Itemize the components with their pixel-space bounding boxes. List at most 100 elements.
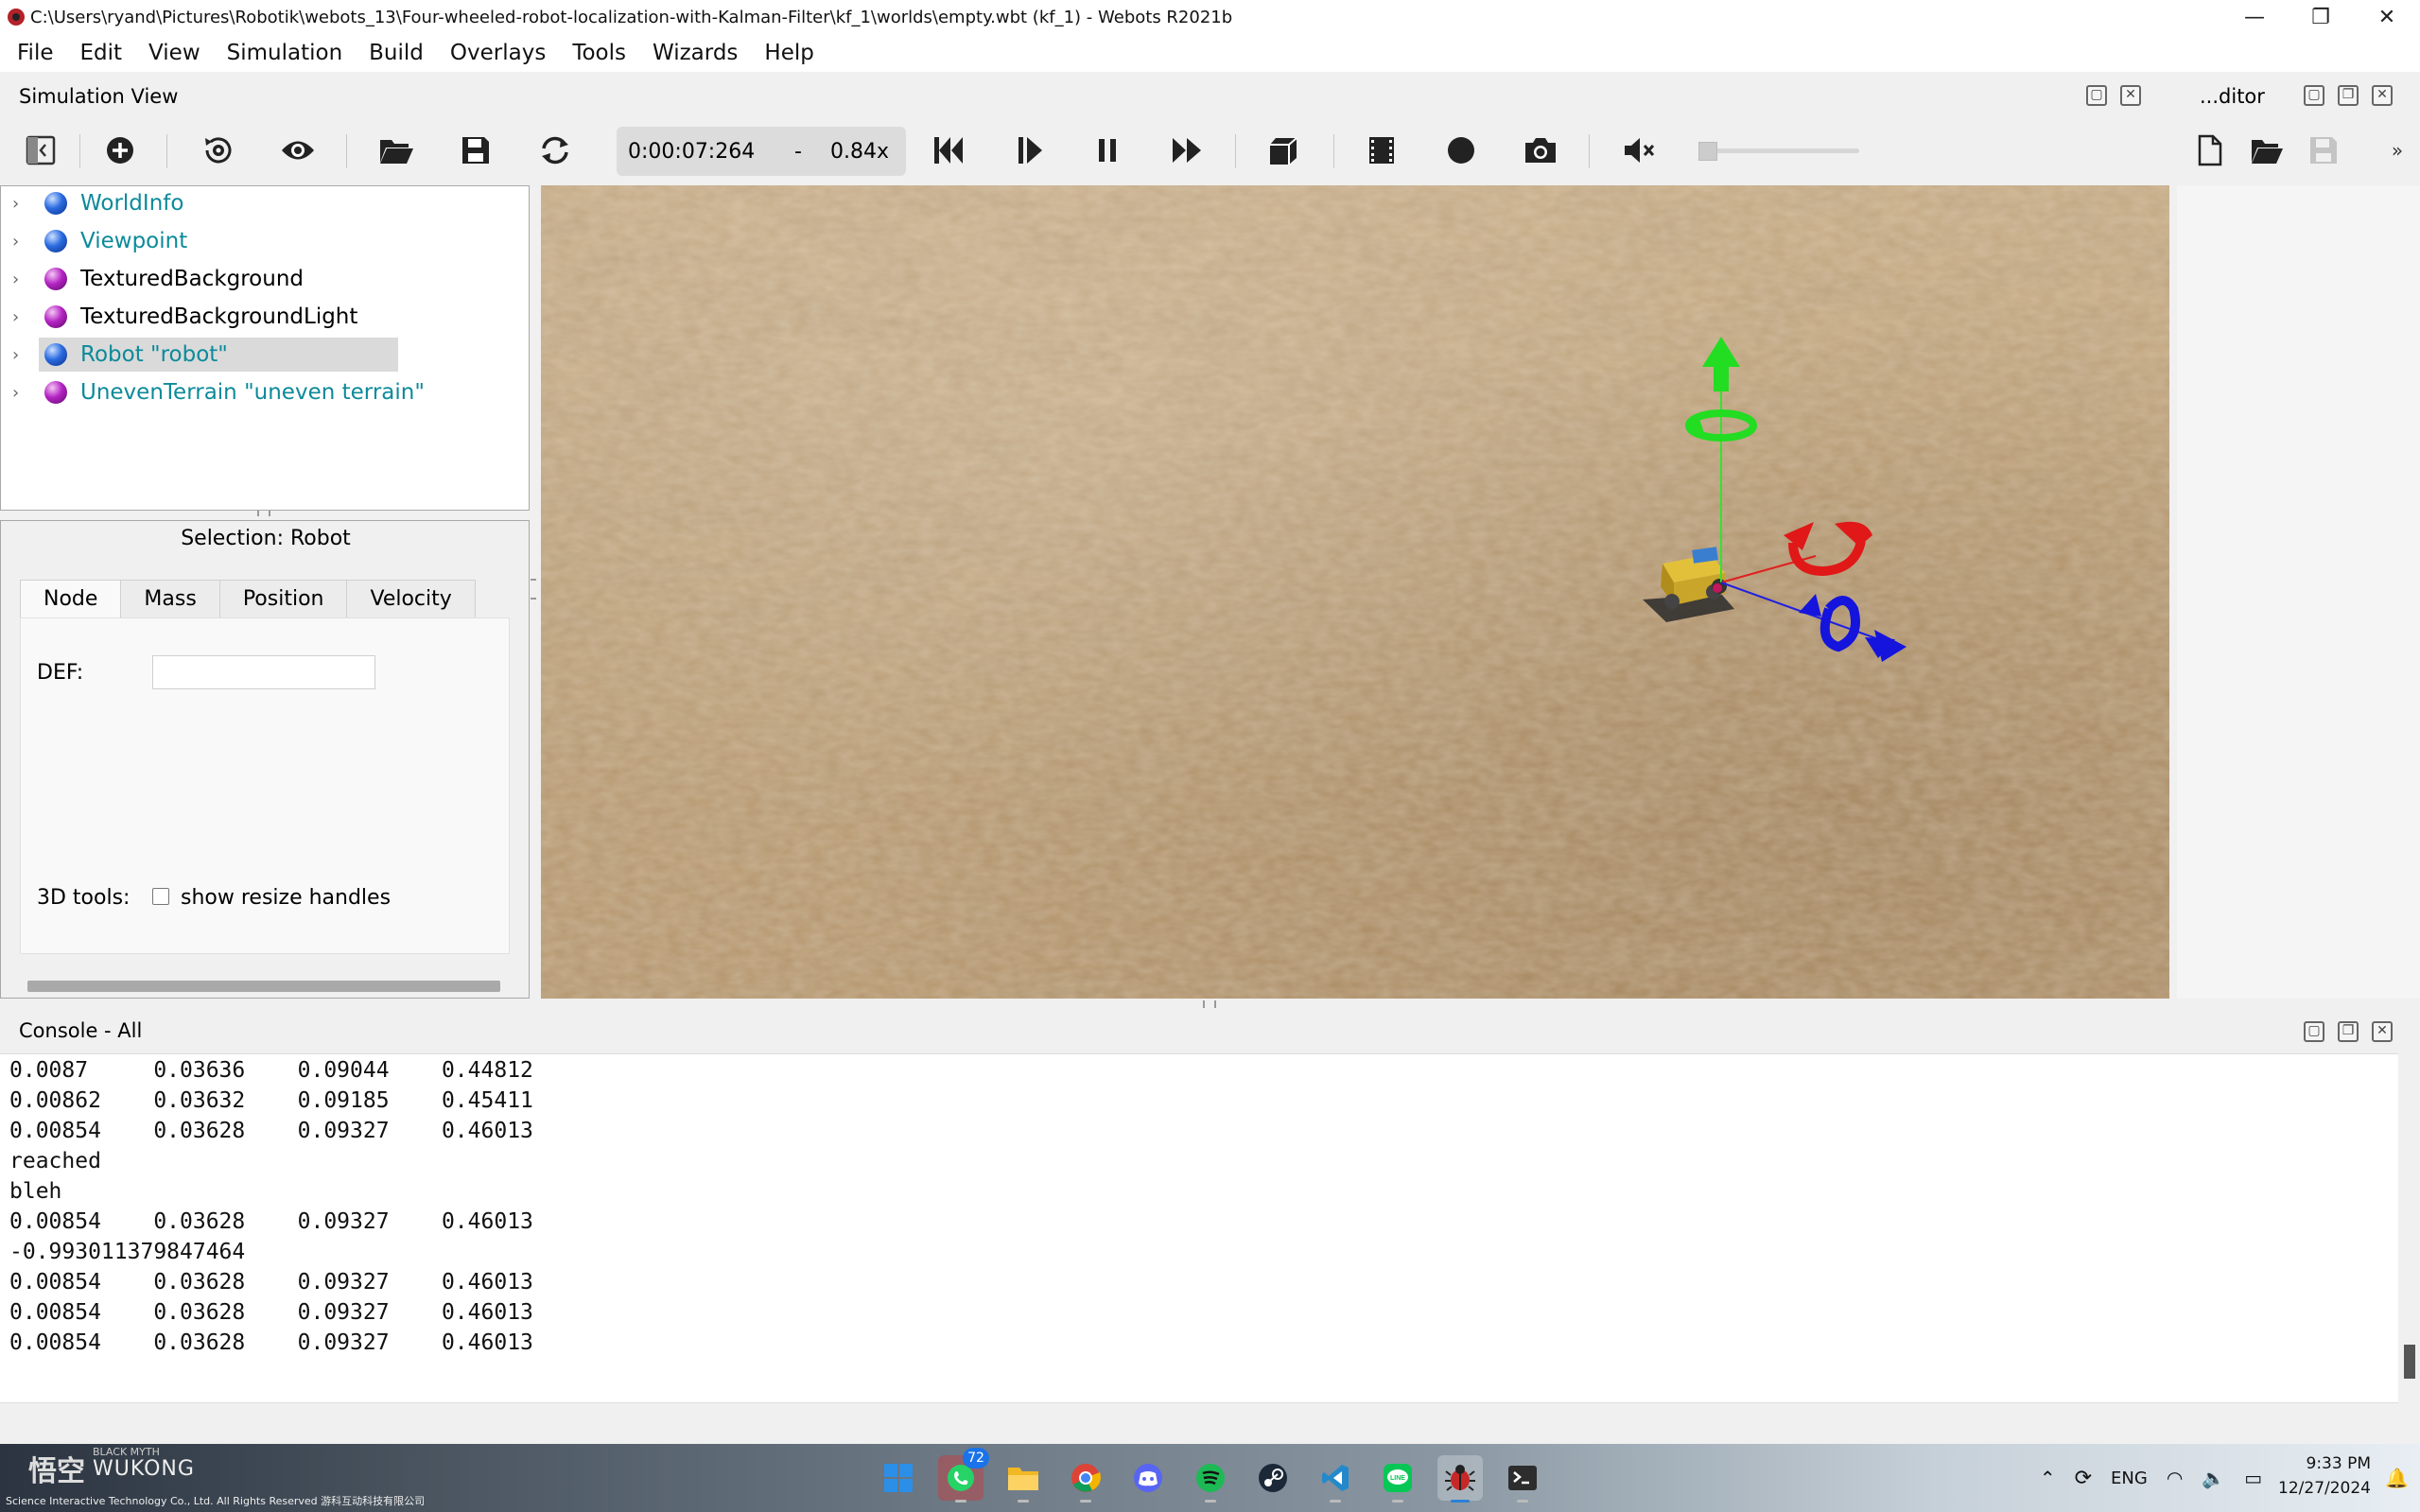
simulation-time-display: 0:00:07:264 - 0.84x bbox=[617, 127, 906, 176]
console-label: Console - All bbox=[19, 1019, 143, 1042]
tab-position[interactable]: Position bbox=[218, 580, 348, 617]
save-world-icon[interactable] bbox=[454, 129, 497, 172]
text-editor-panel[interactable] bbox=[2177, 185, 2420, 999]
reset-viewpoint-icon[interactable] bbox=[197, 129, 240, 172]
battery-icon[interactable]: ▭ bbox=[2244, 1467, 2262, 1489]
new-file-icon[interactable] bbox=[2188, 129, 2232, 172]
editor-maximize-icon[interactable]: ❐ bbox=[2338, 85, 2359, 106]
editor-float-icon[interactable]: ▢ bbox=[2304, 85, 2324, 106]
tab-node[interactable]: Node bbox=[20, 580, 122, 617]
language-indicator[interactable]: ENG bbox=[2111, 1469, 2148, 1488]
console-scrollbar-thumb[interactable] bbox=[2404, 1345, 2415, 1379]
horizontal-scrollbar[interactable] bbox=[27, 981, 500, 992]
sync-icon[interactable]: ⟳ bbox=[2075, 1467, 2092, 1490]
taskbar-file-explorer[interactable] bbox=[1001, 1455, 1046, 1503]
console-splitter-handle[interactable] bbox=[1203, 1000, 1216, 1008]
mute-sound-icon[interactable] bbox=[1617, 129, 1661, 172]
expand-chevron-icon[interactable]: › bbox=[12, 232, 31, 252]
eye-icon[interactable] bbox=[276, 129, 320, 172]
show-resize-handles-checkbox[interactable] bbox=[152, 888, 169, 905]
tree-item-label: UnevenTerrain "uneven terrain" bbox=[80, 380, 425, 405]
3d-simulation-view[interactable] bbox=[541, 185, 2169, 999]
expand-chevron-icon[interactable]: › bbox=[12, 345, 31, 365]
menu-tools[interactable]: Tools bbox=[561, 41, 637, 65]
expand-chevron-icon[interactable]: › bbox=[12, 383, 31, 403]
whatsapp-badge: 72 bbox=[963, 1448, 989, 1469]
pause-simulation-icon[interactable] bbox=[1086, 129, 1129, 172]
start-button[interactable] bbox=[876, 1455, 921, 1501]
expand-chevron-icon[interactable]: › bbox=[12, 307, 31, 327]
menu-help[interactable]: Help bbox=[753, 41, 825, 65]
console-scrollbar[interactable] bbox=[2398, 1053, 2420, 1403]
toggle-scene-tree-icon[interactable] bbox=[19, 129, 62, 172]
tree-item-robot[interactable]: › Robot "robot" bbox=[1, 338, 493, 372]
field-editor: Selection: Robot Node Mass Position Velo… bbox=[0, 520, 530, 999]
menu-edit[interactable]: Edit bbox=[69, 41, 134, 65]
toolbar: 0:00:07:264 - 0.84x » bbox=[0, 121, 2420, 180]
volume-icon[interactable]: 🔈 bbox=[2202, 1467, 2225, 1489]
splitter-handle[interactable] bbox=[257, 511, 270, 516]
taskbar-discord[interactable] bbox=[1125, 1455, 1171, 1501]
window-title: C:\Users\ryand\Pictures\Robotik\webots_1… bbox=[30, 7, 1233, 27]
tab-mass[interactable]: Mass bbox=[120, 580, 220, 617]
maximize-button[interactable]: ❐ bbox=[2288, 0, 2354, 34]
taskbar-spotify[interactable] bbox=[1188, 1455, 1233, 1503]
add-node-icon[interactable] bbox=[98, 129, 142, 172]
system-clock[interactable]: 9:33 PM 12/27/2024 bbox=[2278, 1451, 2371, 1501]
menu-view[interactable]: View bbox=[137, 41, 212, 65]
node-ball-icon bbox=[44, 230, 67, 252]
menu-wizards[interactable]: Wizards bbox=[641, 41, 749, 65]
node-ball-icon bbox=[44, 192, 67, 215]
volume-slider-knob[interactable] bbox=[1698, 142, 1717, 161]
menu-overlays[interactable]: Overlays bbox=[439, 41, 557, 65]
minimize-button[interactable]: — bbox=[2221, 0, 2288, 34]
open-file-icon[interactable] bbox=[2245, 129, 2289, 172]
vertical-splitter-handle[interactable] bbox=[531, 579, 536, 600]
show-hidden-icons-chevron-icon[interactable]: ⌃ bbox=[2040, 1467, 2056, 1489]
notification-bell-icon[interactable]: 🔔 bbox=[2385, 1467, 2409, 1489]
cube-view-icon[interactable] bbox=[1262, 129, 1305, 172]
tree-item-texturedbackgroundlight[interactable]: › TexturedBackgroundLight bbox=[1, 300, 493, 334]
step-simulation-icon[interactable] bbox=[1008, 129, 1052, 172]
record-animation-icon[interactable] bbox=[1439, 129, 1483, 172]
taskbar-steam[interactable] bbox=[1250, 1455, 1296, 1501]
record-movie-icon[interactable] bbox=[1360, 129, 1403, 172]
taskbar-vscode[interactable] bbox=[1313, 1455, 1358, 1503]
reload-world-icon[interactable] bbox=[533, 129, 577, 172]
console-close-icon[interactable]: ✕ bbox=[2372, 1021, 2393, 1042]
expand-chevron-icon[interactable]: › bbox=[12, 269, 31, 289]
console-maximize-icon[interactable]: ❐ bbox=[2338, 1021, 2359, 1042]
node-ball-icon bbox=[44, 343, 67, 366]
tree-item-worldinfo[interactable]: › WorldInfo bbox=[1, 186, 493, 220]
close-panel-icon[interactable]: ✕ bbox=[2120, 85, 2141, 106]
def-input[interactable] bbox=[152, 655, 375, 689]
console-output[interactable]: 0.0087 0.03636 0.09044 0.44812 0.00862 0… bbox=[0, 1053, 2398, 1403]
save-file-icon[interactable] bbox=[2302, 129, 2345, 172]
taskbar-whatsapp[interactable]: 72 bbox=[938, 1448, 989, 1503]
volume-slider[interactable] bbox=[1698, 142, 1859, 161]
screenshot-camera-icon[interactable] bbox=[1519, 129, 1562, 172]
tab-velocity[interactable]: Velocity bbox=[346, 580, 476, 617]
expand-chevron-icon[interactable]: › bbox=[12, 194, 31, 214]
taskbar-line[interactable]: LINE bbox=[1375, 1455, 1420, 1503]
reset-simulation-icon[interactable] bbox=[927, 129, 970, 172]
menu-file[interactable]: File bbox=[6, 41, 65, 65]
console-line: -0.993011379847464 bbox=[9, 1240, 246, 1264]
tree-item-texturedbackground[interactable]: › TexturedBackground bbox=[1, 262, 493, 296]
fast-forward-icon[interactable] bbox=[1165, 129, 1209, 172]
menu-build[interactable]: Build bbox=[357, 41, 435, 65]
editor-close-icon[interactable]: ✕ bbox=[2372, 85, 2393, 106]
wifi-icon[interactable]: ◠ bbox=[2167, 1467, 2183, 1489]
toolbar-overflow-icon[interactable]: » bbox=[2383, 129, 2411, 172]
console-float-icon[interactable]: ▢ bbox=[2304, 1021, 2324, 1042]
taskbar-terminal[interactable] bbox=[1500, 1455, 1545, 1503]
menu-simulation[interactable]: Simulation bbox=[216, 41, 355, 65]
taskbar-webots[interactable] bbox=[1437, 1455, 1483, 1503]
tree-item-uneventerrain[interactable]: › UnevenTerrain "uneven terrain" bbox=[1, 375, 493, 409]
tree-item-viewpoint[interactable]: › Viewpoint bbox=[1, 224, 493, 258]
close-button[interactable]: ✕ bbox=[2354, 0, 2420, 34]
open-world-icon[interactable] bbox=[374, 129, 418, 172]
taskbar-chrome[interactable] bbox=[1063, 1455, 1108, 1503]
wallpaper-logo-glyph: 悟空 bbox=[28, 1455, 85, 1488]
float-panel-icon[interactable]: ▢ bbox=[2086, 85, 2107, 106]
